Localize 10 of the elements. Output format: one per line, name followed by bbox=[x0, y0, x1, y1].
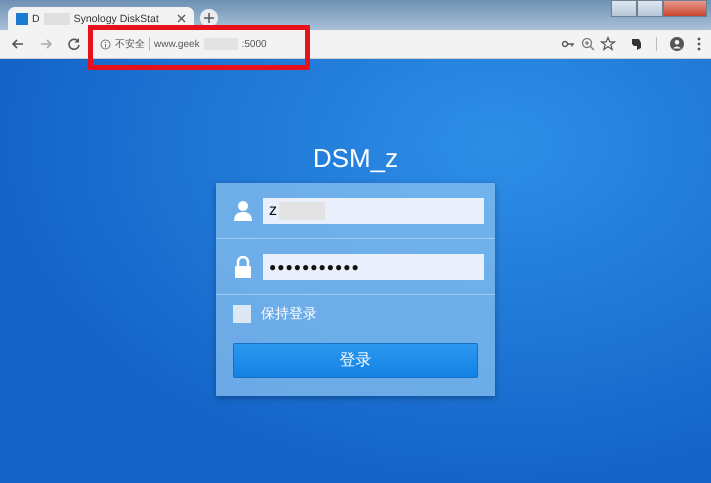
security-label: 不安全 bbox=[115, 38, 145, 51]
login-button[interactable]: 登录 bbox=[233, 343, 478, 378]
tab-title: D bbox=[32, 12, 40, 24]
remember-label: 保持登录 bbox=[261, 305, 317, 323]
url-text[interactable]: www.geek bbox=[154, 38, 200, 50]
username-field[interactable]: z bbox=[263, 198, 484, 224]
tab-title: Synology DiskStat bbox=[74, 12, 159, 24]
password-field[interactable]: ●●●●●●●●●●● bbox=[263, 254, 484, 280]
url-text[interactable]: :5000 bbox=[242, 38, 267, 50]
server-title: DSM_z bbox=[312, 143, 398, 175]
